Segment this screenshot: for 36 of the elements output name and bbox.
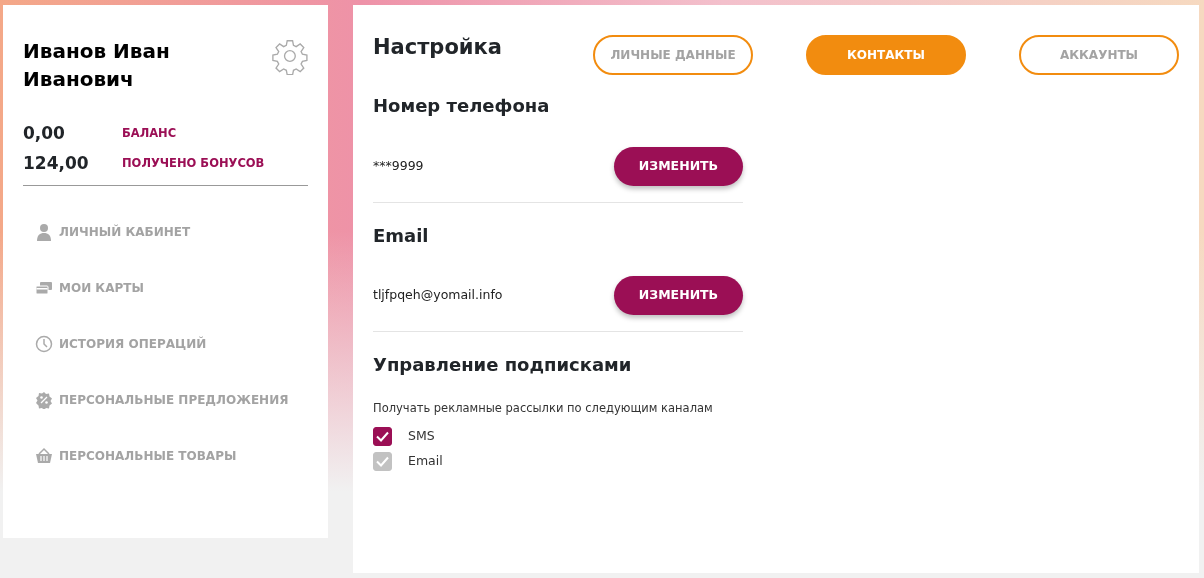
tab[interactable]: КОНТАКТЫ [806,35,966,75]
checkbox-label: SMS [408,427,435,446]
subscription-description: Получать рекламные рассылки по следующим каналам [373,399,714,417]
sidebar-item[interactable]: МОИ КАРТЫ [23,260,308,316]
sidebar-item[interactable]: ПЕРСОНАЛЬНЫЕ ПРЕДЛОЖЕНИЯ [23,372,308,428]
section-heading: Управление подписками [373,354,633,376]
percent-icon [35,391,53,409]
section-heading: Email [373,224,430,247]
checkbox-label: Email [408,452,443,471]
sidebar-item[interactable]: ИСТОРИЯ ОПЕРАЦИЙ [23,316,308,372]
clock-icon [35,335,53,353]
contact-value: tljfpqeh@yomail.info [373,286,503,305]
balance-value: 0,00 [23,122,66,146]
balance-label: ПОЛУЧЕНО БОНУСОВ [122,155,265,173]
user-icon [35,223,53,241]
section-heading: Номер телефона [373,95,551,117]
checkbox[interactable] [373,427,392,447]
balance-label: БАЛАНС [122,125,177,143]
settings-icon[interactable] [272,37,308,75]
sidebar-item[interactable]: ЛИЧНЫЙ КАБИНЕТ [23,204,308,260]
contact-value: ***9999 [373,156,424,175]
sidebar-item-label: МОИ КАРТЫ [59,280,144,297]
sidebar-item-label: ПЕРСОНАЛЬНЫЕ ТОВАРЫ [59,448,237,465]
sidebar-item-label: ПЕРСОНАЛЬНЫЕ ПРЕДЛОЖЕНИЯ [59,392,289,409]
balance-value: 124,00 [23,152,90,176]
tab[interactable]: ЛИЧНЫЕ ДАННЫЕ [593,35,753,75]
basket-icon [35,447,53,465]
sidebar-item-label: ЛИЧНЫЙ КАБИНЕТ [59,223,191,241]
tab[interactable]: АККАУНТЫ [1019,35,1179,75]
cards-icon [35,279,53,297]
page-title: Настройка [373,35,503,61]
sidebar-item-label: ИСТОРИЯ ОПЕРАЦИЙ [59,335,207,353]
change-button[interactable]: ИЗМЕНИТЬ [614,146,743,186]
sidebar-item[interactable]: ПЕРСОНАЛЬНЫЕ ТОВАРЫ [23,428,308,484]
change-button[interactable]: ИЗМЕНИТЬ [614,276,743,316]
user-name: Иванов Иван Иванович [23,38,171,93]
